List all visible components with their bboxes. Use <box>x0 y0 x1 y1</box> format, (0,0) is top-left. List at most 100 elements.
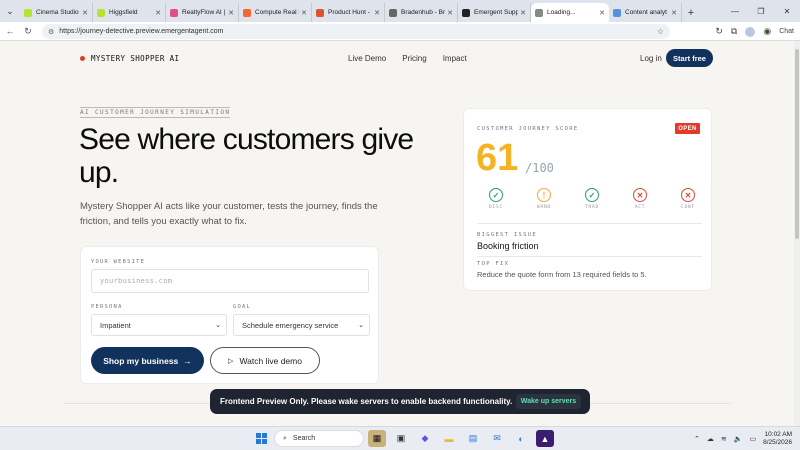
refresh-icon[interactable]: ↻ <box>715 26 723 37</box>
address-bar: ← ↻ ⚙ https://journey-detective.preview.… <box>0 22 800 41</box>
start-free-button[interactable]: Start free <box>666 49 713 67</box>
browser-tab[interactable]: Bradenhub - Bro ✕ <box>385 3 458 22</box>
profile-avatar[interactable] <box>745 26 756 37</box>
browser-tab[interactable]: Compute Real L ✕ <box>239 3 312 22</box>
file-explorer-icon[interactable]: ▬ <box>440 430 458 447</box>
taskbar-search-label: Search <box>292 435 316 442</box>
tab-list-chevron-icon[interactable]: ⌄ <box>0 0 20 22</box>
shop-my-business-button[interactable]: Shop my business → <box>91 347 204 374</box>
collections-icon[interactable]: ⧉ <box>731 26 737 37</box>
chat-label[interactable]: Chat <box>779 28 794 35</box>
tab-close-icon[interactable]: ✕ <box>520 9 526 17</box>
tab-favicon-icon <box>97 8 105 17</box>
preview-toast: Frontend Preview Only. Please wake serve… <box>210 389 590 414</box>
brand-name: MYSTERY SHOPPER AI <box>91 54 180 63</box>
scrollbar-thumb[interactable] <box>795 49 799 239</box>
stage-name: DISC <box>488 205 504 210</box>
divider <box>477 256 702 257</box>
stage-fail-icon: ✕ <box>633 188 647 202</box>
windows-start-icon[interactable] <box>256 433 267 444</box>
back-arrow-icon[interactable]: ← <box>2 22 18 41</box>
status-badge: OPEN <box>675 123 700 134</box>
tab-close-icon[interactable]: ✕ <box>671 9 677 17</box>
tab-favicon-icon <box>535 8 543 17</box>
clock[interactable]: 10:02 AM 8/25/2026 <box>763 431 792 447</box>
tab-label: RealtyFlow AI | <box>182 9 226 16</box>
tab-close-icon[interactable]: ✕ <box>447 9 453 17</box>
journey-stage: ✕ ACT <box>626 188 654 210</box>
browser-tab[interactable]: Emergent Supp ✕ <box>458 3 531 22</box>
goal-select[interactable]: Schedule emergency service ⌄ <box>233 314 370 336</box>
stage-name: TRAD <box>584 205 600 210</box>
battery-icon[interactable]: ▭ <box>749 435 756 443</box>
page-scrollbar[interactable] <box>794 41 800 426</box>
mail-icon[interactable]: ✉ <box>488 430 506 447</box>
minimize-icon[interactable]: — <box>722 0 748 22</box>
tab-close-icon[interactable]: ✕ <box>301 9 307 17</box>
goal-label: GOAL <box>233 304 252 310</box>
tab-close-icon[interactable]: ✕ <box>228 9 234 17</box>
nav-link-pricing[interactable]: Pricing <box>402 54 426 63</box>
task-view-icon[interactable]: ▣ <box>392 430 410 447</box>
tab-label: Compute Real L <box>255 9 300 16</box>
tab-close-icon[interactable]: ✕ <box>599 9 605 17</box>
tab-label: Higgsfield <box>109 9 138 16</box>
wifi-icon[interactable]: ≋ <box>721 435 727 443</box>
browser-tab[interactable]: Content analyt ✕ <box>609 3 682 22</box>
browser-tab[interactable]: Product Hunt - ✕ <box>312 3 385 22</box>
hero-title: See where customers give up. <box>79 123 414 189</box>
tab-close-icon[interactable]: ✕ <box>155 9 161 17</box>
stage-name: ACT <box>634 205 646 210</box>
brand-logo[interactable]: MYSTERY SHOPPER AI <box>80 54 179 63</box>
journey-stages: ✓ DISC ! WAND ✓ TRAD ✕ ACT ✕ CONF <box>482 188 702 210</box>
journey-stage: ✕ CONF <box>674 188 702 210</box>
clock-date: 8/25/2026 <box>763 439 792 446</box>
copilot-icon[interactable]: ◉ <box>763 26 771 37</box>
chevron-up-icon[interactable]: ⌃ <box>694 435 700 443</box>
browser-tab[interactable]: Cinema Studio - ✕ <box>20 3 93 22</box>
nav-link-live-demo[interactable]: Live Demo <box>348 54 386 63</box>
browser-tab[interactable]: RealtyFlow AI | ✕ <box>166 3 239 22</box>
score-label: CUSTOMER JOURNEY SCORE <box>477 126 579 132</box>
volume-icon[interactable]: 🔈 <box>734 435 743 443</box>
tab-close-icon[interactable]: ✕ <box>374 9 380 17</box>
edge-icon[interactable]: ◐ <box>512 430 530 447</box>
tab-label: Cinema Studio - <box>36 9 81 16</box>
divider <box>477 223 702 224</box>
browser-tab[interactable]: Higgsfield ✕ <box>93 3 166 22</box>
shop-button-label: Shop my business <box>103 355 179 366</box>
close-window-icon[interactable]: ✕ <box>774 0 800 22</box>
url-field[interactable]: ⚙ https://journey-detective.preview.emer… <box>42 24 670 39</box>
tab-close-icon[interactable]: ✕ <box>82 9 88 17</box>
chevron-down-icon: ⌄ <box>215 322 221 329</box>
wake-servers-button[interactable]: Wake up servers <box>516 394 581 409</box>
taskbar-apps: ▦ ▣ ◆ ▬ ▤ ✉ ◐ ▲ <box>368 430 554 447</box>
cloud-icon[interactable]: ☁ <box>707 435 714 443</box>
tab-favicon-icon <box>316 8 324 17</box>
nav-link-impact[interactable]: Impact <box>443 54 467 63</box>
taskbar-search[interactable]: ⌕ Search <box>274 430 364 447</box>
affinity-icon[interactable]: ▲ <box>536 430 554 447</box>
stage-name: CONF <box>680 205 696 210</box>
new-tab-button[interactable]: + <box>682 3 700 22</box>
widgets-icon[interactable]: ▦ <box>368 430 386 447</box>
bookmark-star-icon[interactable]: ☆ <box>657 27 664 36</box>
tab-label: Bradenhub - Bro <box>401 9 446 16</box>
store-icon[interactable]: ▤ <box>464 430 482 447</box>
site-info-icon[interactable]: ⚙ <box>48 28 54 36</box>
browser-tab[interactable]: Loading... ✕ <box>531 3 609 22</box>
copilot-app-icon[interactable]: ◆ <box>416 430 434 447</box>
website-input[interactable]: yourbusiness.com <box>91 269 369 293</box>
login-link[interactable]: Log in <box>640 54 662 63</box>
persona-select[interactable]: Impatient ⌄ <box>91 314 227 336</box>
reload-icon[interactable]: ↻ <box>20 22 36 41</box>
tab-favicon-icon <box>389 8 397 17</box>
search-icon: ⌕ <box>283 434 287 442</box>
taskbar: ⌕ Search ▦ ▣ ◆ ▬ ▤ ✉ ◐ ▲ ⌃ ☁ ≋ 🔈 ▭ 10:02… <box>0 426 800 450</box>
maximize-icon[interactable]: ❐ <box>748 0 774 22</box>
stage-check-icon: ✓ <box>585 188 599 202</box>
journey-stage: ✓ DISC <box>482 188 510 210</box>
tab-favicon-icon <box>243 8 251 17</box>
watch-live-demo-button[interactable]: ▷ Watch live demo <box>210 347 320 374</box>
journey-stage: ! WAND <box>530 188 558 210</box>
